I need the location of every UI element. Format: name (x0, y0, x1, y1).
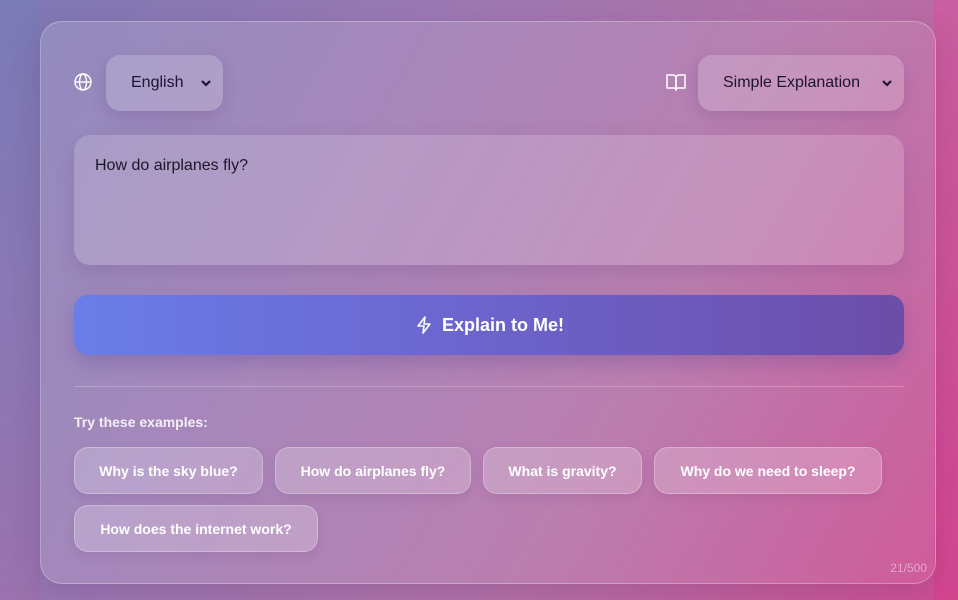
character-counter: 21/500 (890, 561, 927, 575)
background-right (934, 0, 958, 600)
globe-icon (74, 73, 92, 91)
question-text: How do airplanes fly? (95, 157, 248, 174)
mode-select-value: Simple Explanation (723, 74, 860, 91)
explainer-card: English Simple Explanation How do airpla… (40, 21, 936, 584)
example-chip[interactable]: What is gravity? (483, 447, 642, 494)
explanation-mode-select[interactable]: Simple Explanation (698, 55, 904, 111)
book-open-icon (666, 74, 686, 91)
example-chip[interactable]: How do airplanes fly? (275, 447, 471, 494)
background-left (0, 0, 40, 600)
chevron-down-icon (882, 80, 892, 87)
question-textarea[interactable]: How do airplanes fly? (74, 135, 904, 265)
explain-button[interactable]: Explain to Me! (74, 295, 904, 355)
example-chip[interactable]: Why is the sky blue? (74, 447, 263, 494)
example-chip[interactable]: How does the internet work? (74, 505, 318, 552)
chevron-down-icon (201, 80, 211, 87)
examples-heading: Try these examples: (74, 414, 208, 430)
lightning-icon (417, 316, 431, 334)
language-select[interactable]: English (106, 55, 223, 111)
divider (74, 386, 904, 387)
language-select-value: English (131, 74, 184, 91)
example-chip[interactable]: Why do we need to sleep? (654, 447, 882, 494)
explain-button-label: Explain to Me! (441, 314, 564, 335)
